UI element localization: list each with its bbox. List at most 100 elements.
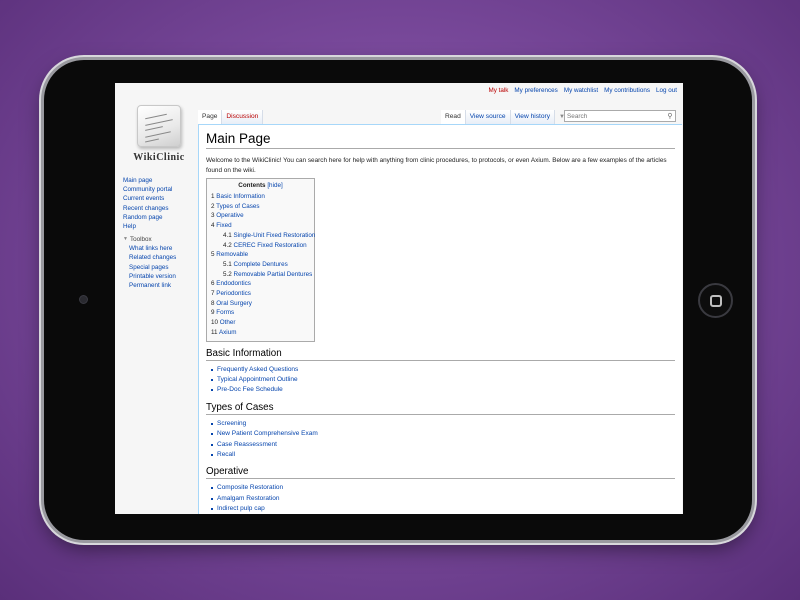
search-box: ⚲ (564, 110, 676, 122)
personal-link-log-out[interactable]: Log out (656, 87, 677, 94)
toc-hide-link[interactable]: [hide] (267, 182, 282, 189)
toc-number: 10 (211, 319, 219, 327)
article-link[interactable]: New Patient Comprehensive Exam (217, 430, 318, 437)
list-item: Case Reassessment (211, 440, 675, 450)
toolbox-triangle-icon: ▼ (123, 236, 128, 243)
sidebar-item-current-events[interactable]: Current events (123, 194, 193, 203)
toc-item[interactable]: 9 Forms (211, 308, 310, 318)
toc-item[interactable]: 7 Periodontics (211, 289, 310, 299)
toc-link[interactable]: Fixed (216, 222, 231, 229)
sidebar-item-help[interactable]: Help (123, 222, 193, 231)
toolbox-item-special-pages[interactable]: Special pages (123, 263, 193, 272)
view-tabs: Read View source View history ▼ (441, 110, 569, 124)
article-link[interactable]: Amalgam Restoration (217, 495, 280, 502)
toc-number: 7 (211, 290, 215, 298)
toc-link[interactable]: Forms (216, 309, 234, 316)
toc-link[interactable]: Operative (216, 212, 243, 219)
site-logo[interactable]: WikiClinic (129, 103, 189, 163)
tab-view-source[interactable]: View source (465, 110, 511, 124)
toolbox-toggle[interactable]: ▼ Toolbox (123, 235, 193, 244)
article-link[interactable]: Case Reassessment (217, 441, 277, 448)
logo-sketch-icon (137, 105, 181, 147)
toc-number: 5.2 (223, 270, 232, 278)
toc-item[interactable]: 8 Oral Surgery (211, 299, 310, 309)
toc-link[interactable]: Endodontics (216, 280, 251, 287)
tablet-frame: My talk My preferences My watchlist My cont… (44, 60, 752, 540)
article-link[interactable]: Pre-Doc Fee Schedule (217, 386, 283, 393)
toc-item[interactable]: 5.2 Removable Partial Dentures (211, 270, 313, 280)
list-item: Frequently Asked Questions (211, 365, 675, 375)
toolbox-item-printable-version[interactable]: Printable version (123, 272, 193, 281)
toc-number: 6 (211, 280, 215, 288)
toc-link[interactable]: Removable (216, 251, 248, 258)
toc-item[interactable]: 11 Axium (211, 328, 310, 338)
sidebar-item-community-portal[interactable]: Community portal (123, 185, 193, 194)
sidebar-item-random-page[interactable]: Random page (123, 213, 193, 222)
section-heading: Operative (206, 466, 675, 480)
toc-number: 4 (211, 222, 215, 230)
section-heading: Types of Cases (206, 402, 675, 415)
search-input[interactable] (565, 112, 665, 120)
list-item: Amalgam Restoration (211, 494, 675, 504)
article-link[interactable]: Frequently Asked Questions (217, 366, 298, 373)
personal-link-my-contributions[interactable]: My contributions (604, 87, 650, 94)
tab-discussion[interactable]: Discussion (222, 110, 264, 124)
toolbox-item-related-changes[interactable]: Related changes (123, 253, 193, 262)
toc-link[interactable]: Types of Cases (216, 203, 259, 210)
toc-item[interactable]: 5 Removable (211, 250, 310, 260)
sidebar-navigation: Main page Community portal Current events R… (123, 176, 193, 231)
personal-tools: My talk My preferences My watchlist My cont… (488, 87, 677, 94)
toc-link[interactable]: Oral Surgery (216, 300, 252, 307)
toc-title: Contents [hide] (211, 182, 310, 189)
list-item: Recall (211, 450, 675, 460)
toc-item[interactable]: 6 Endodontics (211, 279, 310, 289)
home-button[interactable] (698, 283, 733, 318)
tab-page[interactable]: Page (198, 110, 223, 124)
toc-title-text: Contents (238, 182, 266, 189)
toc-item[interactable]: 4 Fixed (211, 221, 310, 231)
toc-list: 1 Basic Information 2 Types of Cases 3 Ope… (211, 192, 315, 338)
personal-link-my-talk[interactable]: My talk (488, 87, 508, 94)
toc-link[interactable]: Periodontics (216, 290, 251, 297)
toc-item[interactable]: 3 Operative (211, 211, 310, 221)
toc-link[interactable]: Removable Partial Dentures (234, 271, 313, 278)
toolbox-list: What links here Related changes Special pa… (123, 244, 193, 290)
article-sections: Basic Information Frequently Asked Questi… (206, 348, 675, 514)
section-link-list: Composite Restoration Amalgam Restoration… (206, 483, 675, 514)
toc-item[interactable]: 4.2 CEREC Fixed Restoration (211, 241, 310, 251)
article-link[interactable]: Typical Appointment Outline (217, 376, 298, 383)
sidebar-item-main-page[interactable]: Main page (123, 176, 193, 185)
toc-number: 9 (211, 309, 215, 317)
toc-number: 3 (211, 212, 215, 220)
tab-read[interactable]: Read (441, 110, 466, 124)
toc-link[interactable]: Other (220, 319, 236, 326)
article-link[interactable]: Composite Restoration (217, 484, 283, 491)
toc-number: 4.1 (223, 231, 232, 239)
list-item: Screening (211, 419, 675, 429)
article-link[interactable]: Recall (217, 451, 235, 458)
namespace-tabs: Page Discussion (198, 110, 264, 124)
list-item: Typical Appointment Outline (211, 375, 675, 385)
toolbox-label: Toolbox (129, 236, 152, 244)
personal-link-my-watchlist[interactable]: My watchlist (564, 87, 598, 94)
toolbox-item-permanent-link[interactable]: Permanent link (123, 281, 193, 290)
article-link[interactable]: Indirect pulp cap (217, 505, 265, 512)
personal-link-my-preferences[interactable]: My preferences (514, 87, 557, 94)
toc-link[interactable]: Complete Dentures (234, 261, 288, 268)
tab-view-history[interactable]: View history (510, 110, 555, 124)
toc-link[interactable]: CEREC Fixed Restoration (234, 242, 307, 249)
toc-number: 5 (211, 251, 215, 259)
toc-item[interactable]: 5.1 Complete Dentures (211, 260, 310, 270)
toc-item[interactable]: 10 Other (211, 318, 310, 328)
toc-item[interactable]: 1 Basic Information (211, 192, 310, 202)
sidebar-item-recent-changes[interactable]: Recent changes (123, 204, 193, 213)
list-item: Indirect pulp cap (211, 504, 675, 514)
toc-link[interactable]: Basic Information (216, 193, 265, 200)
toc-item[interactable]: 2 Types of Cases (211, 202, 310, 212)
toc-link[interactable]: Axium (219, 329, 237, 336)
toc-link[interactable]: Single-Unit Fixed Restoration (234, 232, 316, 239)
toolbox-item-what-links-here[interactable]: What links here (123, 244, 193, 253)
toc-item[interactable]: 4.1 Single-Unit Fixed Restoration (211, 231, 315, 241)
search-icon[interactable]: ⚲ (665, 112, 675, 120)
article-link[interactable]: Screening (217, 420, 246, 427)
